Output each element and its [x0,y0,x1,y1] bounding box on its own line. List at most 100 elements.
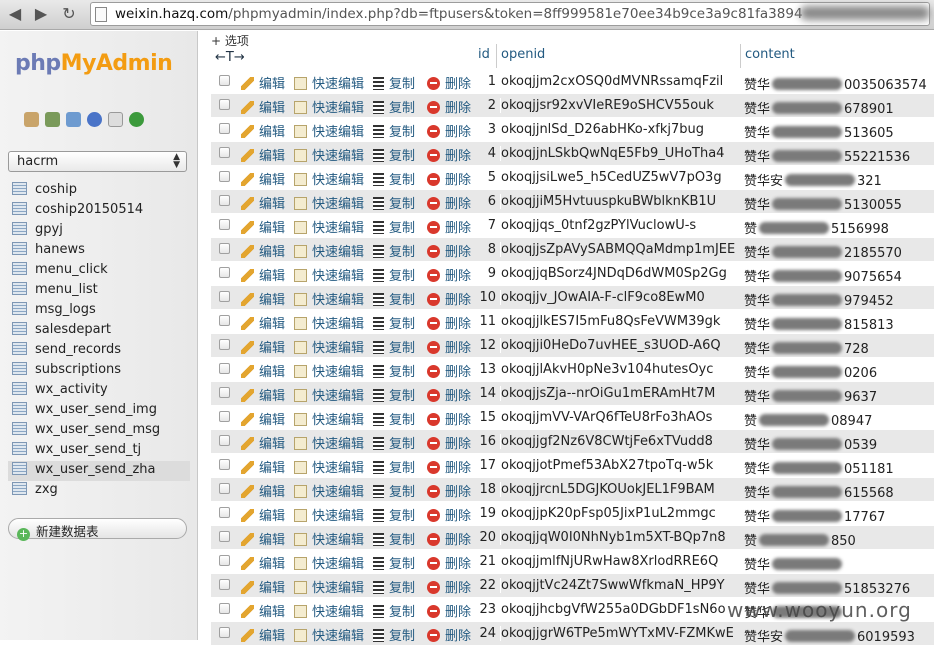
delete-link[interactable]: 删除 [427,529,471,548]
copy-link[interactable]: 复制 [373,265,415,284]
cell-id[interactable]: 7 [474,218,496,233]
table-name[interactable]: send_records [35,342,121,357]
delete-link[interactable]: 删除 [427,73,471,92]
edit-link[interactable]: 编辑 [241,385,285,404]
copy-link[interactable]: 复制 [373,625,415,644]
sidebar-table-item[interactable]: send_records [12,341,190,361]
sidebar-table-item[interactable]: salesdepart [12,321,190,341]
row-checkbox[interactable] [219,75,230,86]
cell-content[interactable]: 赞华 815813 [744,314,934,333]
cell-id[interactable]: 17 [474,458,496,473]
copy-link[interactable]: 复制 [373,529,415,548]
sidebar-table-item[interactable]: coship [12,181,190,201]
row-checkbox[interactable] [219,579,230,590]
table-name[interactable]: wx_user_send_msg [35,422,160,437]
cell-openid[interactable]: okoqjjm2cxOSQ0dMVNRssamqFzil [500,74,740,89]
table-name[interactable]: wx_user_send_tj [35,442,141,457]
row-checkbox[interactable] [219,411,230,422]
forward-icon[interactable]: ▶ [30,4,52,24]
cell-content[interactable]: 赞华 9637 [744,386,934,405]
cell-openid[interactable]: okoqjjmlfNjURwHaw8XrlodRRE6Q [500,554,740,569]
table-icon[interactable] [12,302,27,315]
delete-link[interactable]: 删除 [427,409,471,428]
cell-openid[interactable]: okoqjjlAkvH0pNe3v104hutesOyc [500,362,740,377]
table-icon[interactable] [12,182,27,195]
copy-link[interactable]: 复制 [373,553,415,572]
column-header-id[interactable]: id [474,44,496,68]
cell-content[interactable]: 赞华 2185570 [744,242,934,261]
cell-openid[interactable]: okoqjji0HeDo7uvHEE_s3UOD-A6Q [500,338,740,353]
table-name[interactable]: wx_user_send_zha [35,462,155,477]
table-icon[interactable] [12,422,27,435]
row-checkbox[interactable] [219,531,230,542]
sidebar-table-item[interactable]: menu_click [12,261,190,281]
copy-link[interactable]: 复制 [373,193,415,212]
cell-id[interactable]: 14 [474,386,496,401]
query-window-icon[interactable] [66,112,81,127]
table-icon[interactable] [12,262,27,275]
sql-docs-icon[interactable] [108,112,123,127]
quick-edit-link[interactable]: 快速编辑 [294,481,364,500]
table-icon[interactable] [12,242,27,255]
copy-link[interactable]: 复制 [373,505,415,524]
cell-openid[interactable]: okoqjjlkES7I5mFu8QsFeVWM39gk [500,314,740,329]
table-name[interactable]: subscriptions [35,362,121,377]
copy-link[interactable]: 复制 [373,97,415,116]
row-checkbox[interactable] [219,387,230,398]
quick-edit-link[interactable]: 快速编辑 [294,553,364,572]
options-link[interactable]: + 选项 [211,32,249,49]
quick-edit-link[interactable]: 快速编辑 [294,121,364,140]
cell-id[interactable]: 10 [474,290,496,305]
cell-content[interactable]: 赞 08947 [744,410,934,429]
cell-id[interactable]: 21 [474,554,496,569]
cell-id[interactable]: 1 [474,74,496,89]
delete-link[interactable]: 删除 [427,385,471,404]
edit-link[interactable]: 编辑 [241,97,285,116]
cell-id[interactable]: 18 [474,482,496,497]
table-icon[interactable] [12,482,27,495]
sidebar-table-item[interactable]: menu_list [12,281,190,301]
cell-content[interactable]: 赞华 051181 [744,458,934,477]
cell-id[interactable]: 4 [474,146,496,161]
delete-link[interactable]: 删除 [427,241,471,260]
cell-openid[interactable]: okoqjjnlSd_D26abHKo-xfkj7bug [500,122,740,137]
row-checkbox[interactable] [219,195,230,206]
edit-link[interactable]: 编辑 [241,529,285,548]
cell-openid[interactable]: okoqjjqBSorz4JNDqD6dWM0Sp2Gg [500,266,740,281]
cell-content[interactable]: 赞华 0539 [744,434,934,453]
cell-id[interactable]: 9 [474,266,496,281]
cell-content[interactable]: 赞华 0035063574 [744,74,934,93]
edit-link[interactable]: 编辑 [241,73,285,92]
cell-openid[interactable]: okoqjjqs_0tnf2gzPYlVuclowU-s [500,218,740,233]
row-checkbox[interactable] [219,315,230,326]
cell-id[interactable]: 3 [474,122,496,137]
delete-link[interactable]: 删除 [427,265,471,284]
cell-id[interactable]: 16 [474,434,496,449]
cell-content[interactable]: 赞华 678901 [744,98,934,117]
row-checkbox[interactable] [219,483,230,494]
cell-content[interactable]: 赞华 55221536 [744,146,934,165]
table-icon[interactable] [12,462,27,475]
cell-content[interactable]: 赞华 0206 [744,362,934,381]
docs-icon[interactable] [87,112,102,127]
row-checkbox[interactable] [219,339,230,350]
cell-openid[interactable]: okoqjjv_JOwAIA-F-clF9co8EwM0 [500,290,740,305]
cell-openid[interactable]: okoqjjgrW6TPe5mWYTxMV-FZMKwE [500,626,740,641]
table-icon[interactable] [12,442,27,455]
cell-openid[interactable]: okoqjjsZpAVySABMQQaMdmp1mJEE [500,242,740,257]
quick-edit-link[interactable]: 快速编辑 [294,457,364,476]
edit-link[interactable]: 编辑 [241,553,285,572]
phpmyadmin-logo[interactable]: phpMyAdmin [15,51,173,76]
quick-edit-link[interactable]: 快速编辑 [294,289,364,308]
edit-link[interactable]: 编辑 [241,121,285,140]
cell-content[interactable]: 赞华 979452 [744,290,934,309]
delete-link[interactable]: 删除 [427,121,471,140]
copy-link[interactable]: 复制 [373,457,415,476]
delete-link[interactable]: 删除 [427,601,471,620]
row-checkbox[interactable] [219,219,230,230]
row-checkbox[interactable] [219,459,230,470]
column-header-openid[interactable]: openid [496,44,742,68]
copy-link[interactable]: 复制 [373,121,415,140]
table-icon[interactable] [12,362,27,375]
copy-link[interactable]: 复制 [373,337,415,356]
